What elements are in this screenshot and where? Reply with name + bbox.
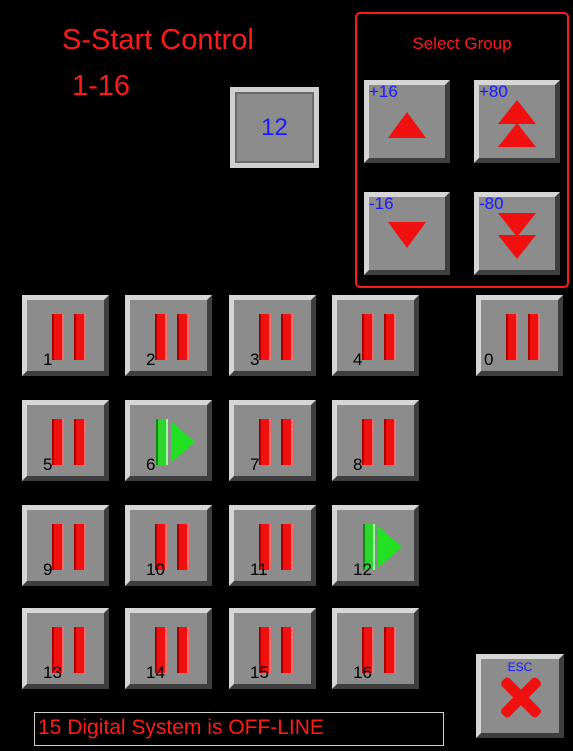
select-group-title: Select Group: [412, 34, 512, 53]
status-message: 15 Digital System is OFF-LINE: [34, 712, 444, 746]
group-minus-80-label: -80: [479, 194, 504, 213]
channel-label: 5: [43, 455, 53, 474]
channel-label: 0: [484, 350, 494, 369]
channel-label: 15: [250, 663, 269, 682]
pause-icon: [153, 314, 191, 360]
channel-label: 12: [353, 560, 372, 579]
channel-8-button[interactable]: 8: [332, 400, 419, 481]
channel-label: 14: [146, 663, 165, 682]
pause-icon: [360, 314, 398, 360]
group-plus-80-label: +80: [479, 82, 508, 101]
channel-label: 13: [43, 663, 62, 682]
play-icon: [150, 419, 196, 465]
channel-7-button[interactable]: 7: [229, 400, 316, 481]
channel-0-button[interactable]: 0: [476, 295, 563, 376]
group-minus-80-button[interactable]: -80: [474, 192, 560, 275]
channel-9-button[interactable]: 9: [22, 505, 109, 586]
channel-14-button[interactable]: 14: [125, 608, 212, 689]
channel-11-button[interactable]: 11: [229, 505, 316, 586]
channel-label: 16: [353, 663, 372, 682]
pause-icon: [257, 314, 295, 360]
pause-icon: [360, 419, 398, 465]
channel-label: 8: [353, 455, 363, 474]
channel-15-button[interactable]: 15: [229, 608, 316, 689]
channel-4-button[interactable]: 4: [332, 295, 419, 376]
channel-label: 11: [250, 560, 268, 579]
pause-icon: [50, 419, 88, 465]
channel-3-button[interactable]: 3: [229, 295, 316, 376]
channel-12-button[interactable]: 12: [332, 505, 419, 586]
channel-1-button[interactable]: 1: [22, 295, 109, 376]
esc-label: ESC: [507, 660, 533, 674]
channel-label: 4: [353, 350, 363, 369]
channel-16-button[interactable]: 16: [332, 608, 419, 689]
group-plus-16-label: +16: [369, 82, 398, 101]
channel-label: 7: [250, 455, 260, 474]
selected-value-text: 12: [261, 113, 288, 141]
pause-icon: [504, 314, 542, 360]
selected-value-display: 12: [230, 87, 319, 168]
pause-icon: [257, 419, 295, 465]
pause-icon: [50, 314, 88, 360]
group-plus-16-button[interactable]: +16: [364, 80, 450, 163]
channel-10-button[interactable]: 10: [125, 505, 212, 586]
close-x-icon: [498, 674, 544, 720]
channel-label: 1: [43, 350, 53, 369]
channel-label: 9: [43, 560, 53, 579]
channel-6-button[interactable]: 6: [125, 400, 212, 481]
channel-label: 6: [146, 455, 156, 474]
channel-13-button[interactable]: 13: [22, 608, 109, 689]
group-minus-16-label: -16: [369, 194, 394, 213]
page-title: S-Start Control: [62, 24, 254, 56]
channel-label: 3: [250, 350, 260, 369]
channel-label: 2: [146, 350, 156, 369]
page-subtitle-range: 1-16: [72, 70, 131, 102]
esc-button[interactable]: ESC: [476, 654, 564, 738]
channel-2-button[interactable]: 2: [125, 295, 212, 376]
channel-label: 10: [146, 560, 165, 579]
group-minus-16-button[interactable]: -16: [364, 192, 450, 275]
group-plus-80-button[interactable]: +80: [474, 80, 560, 163]
channel-5-button[interactable]: 5: [22, 400, 109, 481]
pause-icon: [50, 524, 88, 570]
